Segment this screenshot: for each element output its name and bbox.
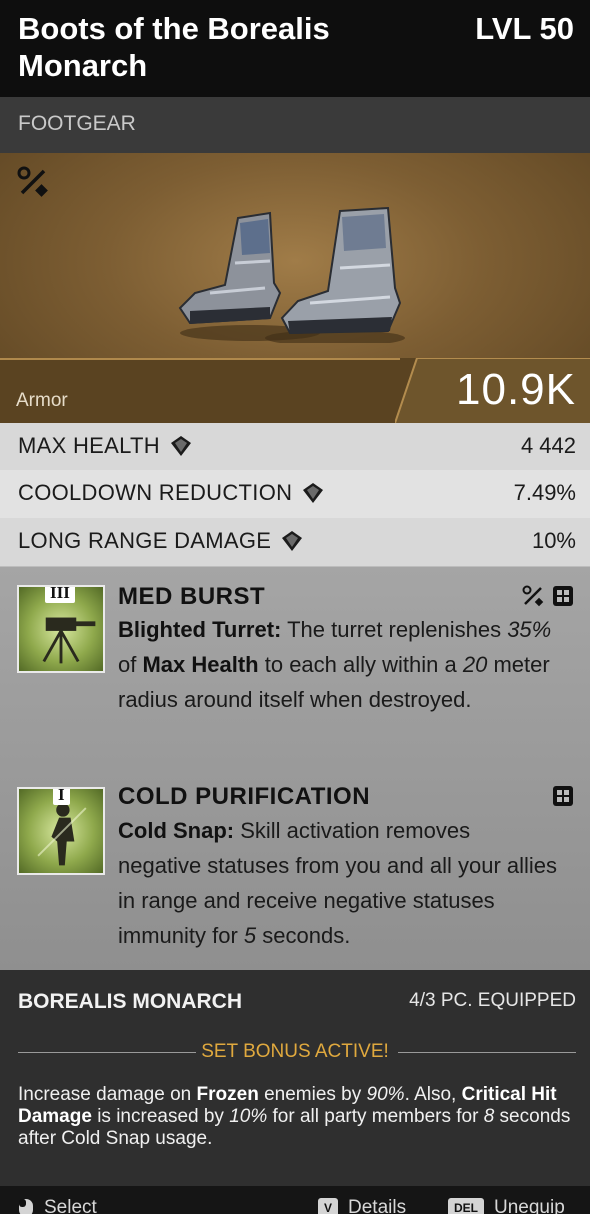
- mod-name: MED BURST: [118, 583, 266, 610]
- desc-value: 35%: [507, 617, 552, 642]
- armor-value: 10.9K: [456, 365, 576, 414]
- desc-value: 8: [483, 1106, 495, 1127]
- mod-name: COLD PURIFICATION: [118, 783, 371, 810]
- mouse-icon: [19, 1199, 33, 1214]
- boots-image: [178, 206, 405, 343]
- gem-icon: [170, 436, 191, 456]
- desc-text: is increased by: [91, 1106, 230, 1127]
- desc-keyword: Max Health: [142, 652, 259, 677]
- tools-icon: [17, 166, 48, 197]
- set-bonus-description: Increase damage on Frozen enemies by 90%…: [18, 1084, 578, 1150]
- unequip-key: DEL: [448, 1198, 484, 1214]
- set-bonus-section: BOREALIS MONARCH 4/3 PC. EQUIPPED SET BO…: [0, 970, 590, 1186]
- mod-description: Blighted Turret: The turret replenishes …: [118, 612, 558, 717]
- unequip-label: Unequip: [494, 1197, 565, 1214]
- desc-text: Increase damage on: [18, 1084, 197, 1105]
- stat-label: LONG RANGE DAMAGE: [18, 528, 272, 553]
- stat-row: LONG RANGE DAMAGE 10%: [0, 518, 590, 567]
- stat-label: COOLDOWN REDUCTION: [18, 480, 293, 505]
- stat-value: 7.49%: [513, 480, 576, 505]
- stat-row: MAX HEALTH 4 442: [0, 423, 590, 472]
- details-key: V: [318, 1198, 339, 1214]
- category-bar: FOOTGEAR: [0, 97, 590, 153]
- set-name: BOREALIS MONARCH: [18, 990, 242, 1013]
- stat-row: COOLDOWN REDUCTION 7.49%: [0, 470, 590, 519]
- desc-value: 10%: [229, 1106, 268, 1127]
- mod-tier: I: [53, 789, 70, 805]
- mod-icon-med-burst[interactable]: III: [17, 585, 105, 673]
- tools-icon: [522, 585, 544, 607]
- item-category: FOOTGEAR: [18, 112, 136, 135]
- stat-name: COOLDOWN REDUCTION: [18, 480, 324, 506]
- desc-text: . Also,: [404, 1084, 462, 1105]
- desc-text: enemies by: [258, 1084, 367, 1105]
- stat-value: 4 442: [520, 433, 576, 458]
- armor-label: Armor: [16, 390, 68, 411]
- desc-value: 20: [462, 652, 488, 677]
- grid-icon: [553, 786, 573, 806]
- gem-icon: [282, 531, 303, 551]
- stat-label: MAX HEALTH: [18, 433, 160, 458]
- desc-text: of: [118, 652, 143, 677]
- mod-icon-cold-purification[interactable]: I: [17, 787, 105, 875]
- gem-icon: [303, 483, 324, 503]
- desc-text: The turret replenishes: [281, 617, 508, 642]
- mod-tags: [522, 585, 574, 607]
- desc-value: 5: [243, 923, 257, 948]
- mod-description: Cold Snap: Skill activation removes nega…: [118, 813, 558, 953]
- unequip-action[interactable]: DEL Unequip: [448, 1197, 565, 1214]
- stat-name: LONG RANGE DAMAGE: [18, 528, 303, 554]
- stat-name: MAX HEALTH: [18, 433, 192, 459]
- desc-text: seconds.: [256, 923, 351, 948]
- mod-skill-name: Cold Snap:: [118, 818, 235, 843]
- footer-controls: Select V Details DEL Unequip: [0, 1186, 590, 1214]
- select-label: Select: [44, 1197, 97, 1214]
- item-preview: Armor 10.9K: [0, 153, 590, 423]
- mod-skill-name: Blighted Turret:: [118, 617, 282, 642]
- mod-tags: [552, 785, 574, 807]
- set-equipped-count: 4/3 PC. EQUIPPED: [409, 990, 576, 1011]
- details-label: Details: [348, 1197, 407, 1214]
- hero-divider: [0, 358, 400, 360]
- item-header: Boots of the Borealis Monarch LVL 50: [0, 0, 590, 97]
- desc-text: for all party members for: [267, 1106, 484, 1127]
- desc-text: to each ally within a: [258, 652, 463, 677]
- mod-tier: III: [45, 587, 75, 603]
- grid-icon: [553, 586, 573, 606]
- item-level: LVL 50: [475, 11, 574, 46]
- details-action[interactable]: V Details: [318, 1197, 406, 1214]
- stat-value: 10%: [531, 528, 576, 553]
- divider: [398, 1052, 576, 1053]
- select-action[interactable]: Select: [18, 1197, 97, 1214]
- desc-keyword: Frozen: [196, 1084, 259, 1105]
- mods-section: III MED BURST Blighted Turret: The turre…: [0, 567, 590, 970]
- desc-value: 90%: [366, 1084, 405, 1105]
- item-name: Boots of the Borealis Monarch: [18, 11, 330, 83]
